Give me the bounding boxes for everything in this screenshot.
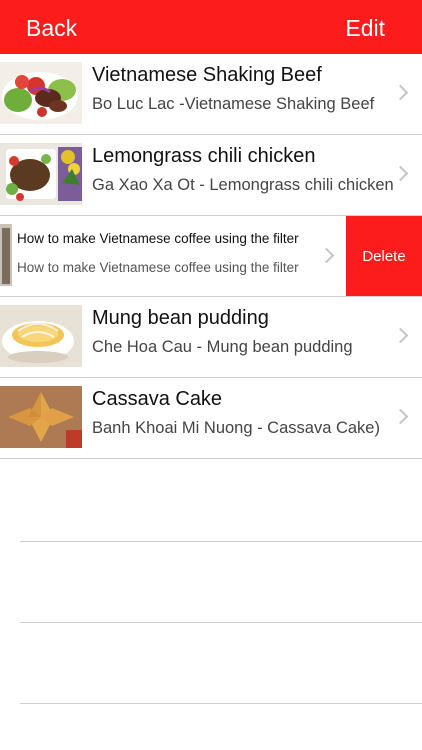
- chevron-right-icon: [392, 408, 409, 425]
- recipe-thumbnail: [0, 143, 82, 205]
- recipe-subtitle: Che Hoa Cau - Mung bean pudding: [92, 338, 353, 356]
- recipe-thumbnail: [0, 305, 82, 367]
- recipe-subtitle: Bo Luc Lac -Vietnamese Shaking Beef: [92, 95, 375, 113]
- recipe-title: Lemongrass chili chicken: [92, 145, 316, 167]
- list-item[interactable]: Lemongrass chili chicken Ga Xao Xa Ot - …: [0, 135, 422, 216]
- chevron-right-icon: [318, 247, 335, 264]
- list-item[interactable]: How to make Vietnamese coffee using the …: [0, 216, 422, 297]
- chevron-right-icon: [392, 327, 409, 344]
- empty-row-separator: [20, 703, 422, 704]
- recipe-subtitle: How to make Vietnamese coffee using the …: [17, 260, 299, 275]
- empty-row-separator: [20, 541, 422, 542]
- recipe-subtitle: Ga Xao Xa Ot - Lemongrass chili chicken: [92, 176, 394, 194]
- recipe-title: Cassava Cake: [92, 388, 223, 410]
- recipe-thumbnail: [0, 224, 12, 286]
- chevron-right-icon: [392, 84, 409, 101]
- delete-button[interactable]: Delete: [346, 216, 422, 297]
- row-separator: [0, 458, 422, 459]
- recipe-title: Vietnamese Shaking Beef: [92, 64, 322, 86]
- recipe-subtitle: Banh Khoai Mi Nuong - Cassava Cake): [92, 419, 380, 437]
- back-button[interactable]: Back: [26, 14, 77, 42]
- list-item[interactable]: Mung bean pudding Che Hoa Cau - Mung bea…: [0, 297, 422, 378]
- recipe-title: Mung bean pudding: [92, 307, 269, 329]
- list-item[interactable]: Vietnamese Shaking Beef Bo Luc Lac -Viet…: [0, 54, 422, 135]
- recipe-title: How to make Vietnamese coffee using the …: [17, 231, 299, 246]
- empty-row-separator: [20, 622, 422, 623]
- recipe-list: Vietnamese Shaking Beef Bo Luc Lac -Viet…: [0, 54, 422, 459]
- edit-button[interactable]: Edit: [345, 14, 385, 42]
- navigation-bar: Back Edit: [0, 0, 422, 54]
- list-item[interactable]: Cassava Cake Banh Khoai Mi Nuong - Cassa…: [0, 378, 422, 459]
- recipe-thumbnail: [0, 62, 82, 124]
- chevron-right-icon: [392, 165, 409, 182]
- recipe-thumbnail: [0, 386, 82, 448]
